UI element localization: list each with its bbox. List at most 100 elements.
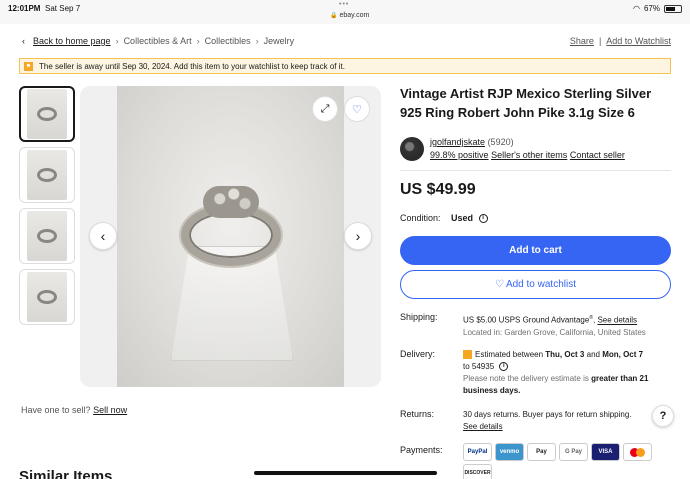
breadcrumb-sep: › (255, 36, 259, 46)
add-to-watchlist-button[interactable]: ♡ Add to watchlist (400, 270, 671, 299)
battery-percent: 67% (643, 4, 660, 13)
listing-title: Vintage Artist RJP Mexico Sterling Silve… (400, 86, 652, 120)
sell-now-link[interactable]: Sell now (93, 405, 127, 415)
battery-icon (664, 4, 682, 13)
add-to-cart-button[interactable]: Add to cart (400, 236, 671, 265)
delivery-zip: to 54935 (463, 362, 495, 371)
battery-fill (666, 6, 675, 11)
next-image-button[interactable]: › (344, 222, 372, 250)
expand-image-button[interactable]: ⤢ (312, 96, 338, 122)
heart-icon: ♡ (494, 279, 504, 290)
delivery-note-a: Please note the delivery estimate is (463, 374, 592, 383)
url-text: ebay.com (339, 12, 370, 19)
ring-top (203, 186, 259, 218)
thumbnail-image (27, 89, 67, 139)
shipping-label: Shipping: (400, 312, 438, 322)
breadcrumb: ‹ Back to home page › Collectibles & Art… (22, 36, 294, 46)
prev-image-button[interactable]: ‹ (89, 222, 117, 250)
lock-icon: 🔒 (330, 13, 338, 19)
apple-pay-icon: Pay (527, 443, 556, 461)
heart-icon: ♡ (352, 103, 362, 116)
seller-feedback-count: (5920) (487, 137, 514, 147)
breadcrumb-item[interactable]: Collectibles (205, 36, 251, 46)
item-location: Located in: Garden Grove, California, Un… (463, 327, 646, 337)
breadcrumb-sep: › (196, 36, 200, 46)
seller-other-items-link[interactable]: Seller's other items (491, 150, 567, 160)
flag-icon: ⚑ (24, 61, 33, 71)
seller-info: jgolfandjskate (5920) 99.8% positive Sel… (400, 137, 625, 161)
thumbnail-2[interactable] (19, 147, 75, 203)
contact-seller-link[interactable]: Contact seller (570, 150, 625, 160)
returns-see-details-link[interactable]: See details (463, 422, 503, 431)
top-links: Share | Add to Watchlist (570, 36, 671, 46)
more-dots-icon[interactable]: ••• (339, 1, 349, 8)
back-to-home-link[interactable]: Back to home page (33, 36, 111, 46)
chevron-right-icon: › (355, 228, 361, 244)
expand-icon: ⤢ (320, 102, 330, 115)
sell-prompt: Have one to sell? Sell now (21, 405, 127, 415)
chevron-left-icon[interactable]: ‹ (22, 36, 25, 46)
watch-heart-button[interactable]: ♡ (344, 96, 370, 122)
thumbnail-image (27, 150, 67, 200)
breadcrumb-item[interactable]: Jewelry (264, 36, 295, 46)
shipping-see-details-link[interactable]: See details (597, 316, 637, 325)
info-icon[interactable]: i (478, 214, 488, 224)
info-icon[interactable]: i (499, 362, 509, 372)
address-bar[interactable]: 🔒 ebay.com (330, 12, 369, 19)
status-time: 12:01PM (8, 4, 41, 13)
price: US $49.99 (400, 181, 476, 198)
returns-label: Returns: (400, 409, 435, 419)
venmo-icon: venmo (495, 443, 524, 461)
status-bar: 12:01PM Sat Sep 7 ••• 🔒 ebay.com ◠ 67% (0, 0, 690, 24)
google-pay-icon: G Pay (559, 443, 588, 461)
seller-name-link[interactable]: jgolfandjskate (430, 137, 485, 147)
shipping-reg: ® (589, 315, 593, 321)
mastercard-icon (623, 443, 652, 461)
delivery-label: Delivery: (400, 349, 436, 359)
payment-methods: PayPal venmo Pay G Pay VISA DISCOVER (463, 443, 673, 479)
top-links-sep: | (598, 36, 602, 46)
condition-value: Used (451, 213, 474, 223)
add-to-watchlist-link[interactable]: Add to Watchlist (606, 36, 671, 46)
seller-avatar[interactable] (400, 137, 424, 161)
breadcrumb-sep: › (115, 36, 119, 46)
payments-label: Payments: (400, 445, 443, 455)
seller-away-alert: ⚑ The seller is away until Sep 30, 2024.… (19, 58, 671, 74)
paypal-icon: PayPal (463, 443, 492, 461)
delivery-date-a: Thu, Oct 3 (545, 350, 585, 359)
thumbnail-image (27, 272, 67, 322)
thumbnail-list (19, 86, 75, 330)
shipping-cost: US $5.00 USPS Ground Advantage (463, 315, 590, 325)
status-date: Sat Sep 7 (45, 4, 81, 13)
thumbnail-1[interactable] (19, 86, 75, 142)
home-indicator[interactable] (254, 471, 437, 475)
sell-prompt-text: Have one to sell? (21, 405, 91, 415)
image-gallery: ‹ › ⤢ ♡ (80, 86, 381, 387)
alert-text: The seller is away until Sep 30, 2024. A… (39, 61, 345, 71)
delivery-text-a: Estimated between (475, 350, 546, 359)
delivery-text-b: and (584, 350, 603, 359)
wifi-icon: ◠ (633, 4, 640, 13)
divider (400, 170, 671, 171)
help-button[interactable]: ? (652, 405, 674, 427)
thumbnail-4[interactable] (19, 269, 75, 325)
shipping-value: US $5.00 USPS Ground Advantage®, See det… (463, 315, 646, 337)
delivery-date-b: Mon, Oct 7 (602, 350, 644, 359)
condition-label: Condition: (400, 213, 441, 223)
visa-icon: VISA (591, 443, 620, 461)
help-icon: ? (659, 410, 667, 422)
share-link[interactable]: Share (570, 36, 594, 46)
status-right: ◠ 67% (633, 4, 682, 13)
returns-text: 30 days returns. Buyer pays for return s… (463, 410, 632, 419)
similar-items-heading: Similar Items (19, 468, 113, 479)
product-photo[interactable] (117, 86, 344, 387)
breadcrumb-item[interactable]: Collectibles & Art (124, 36, 192, 46)
condition-row: Condition: Used i (400, 213, 488, 224)
seller-links: 99.8% positive Seller's other items Cont… (430, 150, 625, 160)
chevron-left-icon: ‹ (100, 228, 106, 244)
seller-positive-link[interactable]: 99.8% positive (430, 150, 489, 160)
thumbnail-image (27, 211, 67, 261)
thumbnail-3[interactable] (19, 208, 75, 264)
delivery-value: Estimated between Thu, Oct 3 and Mon, Oc… (463, 349, 673, 397)
shipping-flag-icon (463, 350, 472, 360)
